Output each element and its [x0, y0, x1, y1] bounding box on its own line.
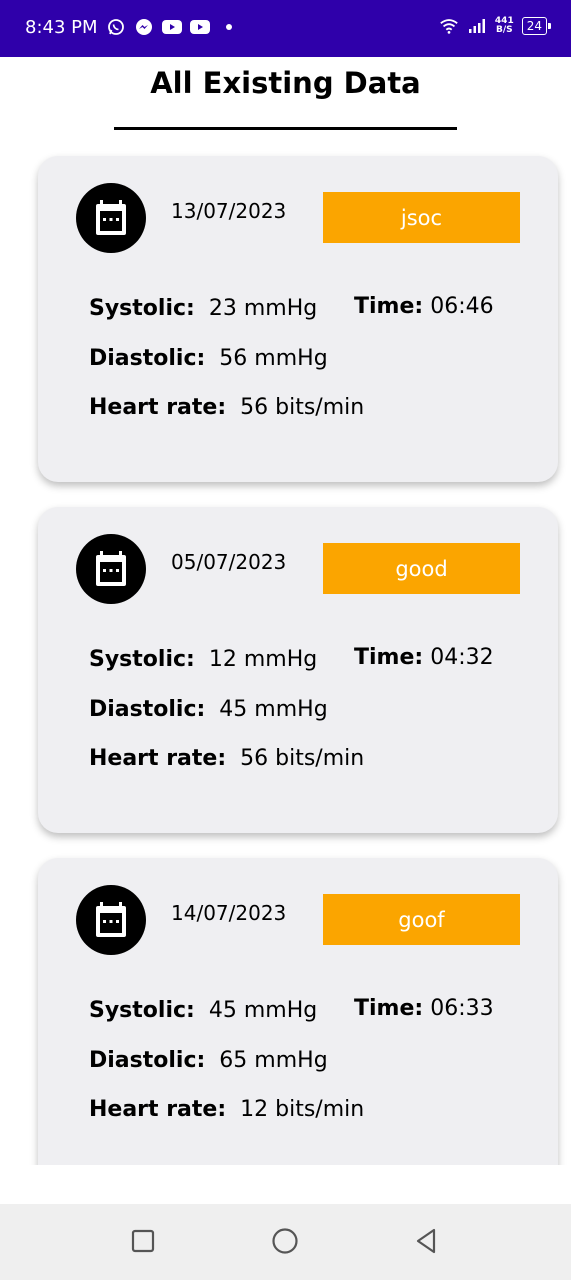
triangle-back-icon [416, 1228, 436, 1254]
record-card[interactable]: 13/07/2023 jsoc Systolic: 23 mmHg Time: … [38, 156, 558, 482]
youtube-icon [162, 17, 182, 37]
diastolic-value: 65 mmHg [219, 1048, 328, 1073]
record-date: 13/07/2023 [171, 199, 287, 223]
calendar-icon [76, 183, 146, 253]
time-label: Time: [354, 645, 424, 670]
title-underline [114, 127, 457, 130]
page-title: All Existing Data [150, 66, 421, 100]
heart-rate-label: Heart rate: [89, 1097, 227, 1122]
time-value: 06:46 [430, 294, 494, 319]
status-badge: jsoc [323, 192, 520, 243]
systolic-row: Systolic: 12 mmHg [89, 647, 317, 672]
wifi-icon [439, 16, 459, 36]
diastolic-value: 56 mmHg [219, 346, 328, 371]
status-badge: goof [323, 894, 520, 945]
heart-rate-value: 56 bits/min [240, 395, 365, 420]
diastolic-label: Diastolic: [89, 697, 206, 722]
diastolic-value: 45 mmHg [219, 697, 328, 722]
status-time: 8:43 PM [25, 17, 98, 38]
diastolic-row: Diastolic: 56 mmHg [89, 346, 328, 371]
calendar-icon [76, 534, 146, 604]
record-date: 14/07/2023 [171, 901, 287, 925]
record-date: 05/07/2023 [171, 550, 287, 574]
heart-rate-label: Heart rate: [89, 395, 227, 420]
systolic-row: Systolic: 45 mmHg [89, 998, 317, 1023]
network-speed: 441 B/S [495, 17, 514, 35]
time-row: Time: 06:33 [354, 996, 494, 1021]
records-list[interactable]: 13/07/2023 jsoc Systolic: 23 mmHg Time: … [26, 140, 571, 1165]
heart-rate-value: 12 bits/min [240, 1097, 365, 1122]
systolic-value: 45 mmHg [208, 998, 318, 1023]
back-button[interactable] [411, 1226, 441, 1256]
whatsapp-icon [106, 17, 126, 37]
time-value: 04:32 [430, 645, 494, 670]
systolic-value: 12 mmHg [208, 647, 318, 672]
notification-icons [106, 17, 232, 37]
system-icons: 441 B/S 24 [439, 16, 552, 36]
time-value: 06:33 [430, 996, 494, 1021]
status-bar: 8:43 PM 441 B/S 24 [0, 0, 571, 57]
status-badge: good [323, 543, 520, 594]
systolic-label: Systolic: [89, 647, 195, 672]
heart-rate-row: Heart rate: 56 bits/min [89, 395, 364, 420]
systolic-value: 23 mmHg [208, 296, 318, 321]
heart-rate-row: Heart rate: 56 bits/min [89, 746, 364, 771]
network-speed-unit: B/S [496, 25, 513, 35]
more-notifications-dot [226, 24, 232, 30]
signal-icon [467, 16, 487, 36]
time-label: Time: [354, 996, 424, 1021]
diastolic-row: Diastolic: 65 mmHg [89, 1048, 328, 1073]
systolic-label: Systolic: [89, 296, 195, 321]
record-card[interactable]: 14/07/2023 goof Systolic: 45 mmHg Time: … [38, 858, 558, 1165]
time-row: Time: 06:46 [354, 294, 494, 319]
diastolic-label: Diastolic: [89, 346, 206, 371]
systolic-label: Systolic: [89, 998, 195, 1023]
home-button[interactable] [270, 1226, 300, 1256]
messenger-icon [134, 17, 154, 37]
recents-button[interactable] [128, 1226, 158, 1256]
battery-icon: 24 [521, 17, 552, 35]
record-card[interactable]: 05/07/2023 good Systolic: 12 mmHg Time: … [38, 507, 558, 833]
youtube-icon [190, 17, 210, 37]
time-row: Time: 04:32 [354, 645, 494, 670]
heart-rate-row: Heart rate: 12 bits/min [89, 1097, 364, 1122]
diastolic-row: Diastolic: 45 mmHg [89, 697, 328, 722]
circle-icon [272, 1228, 298, 1254]
calendar-icon [76, 885, 146, 955]
heart-rate-label: Heart rate: [89, 746, 227, 771]
heart-rate-value: 56 bits/min [240, 746, 365, 771]
diastolic-label: Diastolic: [89, 1048, 206, 1073]
square-icon [131, 1229, 155, 1253]
time-label: Time: [354, 294, 424, 319]
systolic-row: Systolic: 23 mmHg [89, 296, 317, 321]
navigation-bar [0, 1204, 571, 1280]
